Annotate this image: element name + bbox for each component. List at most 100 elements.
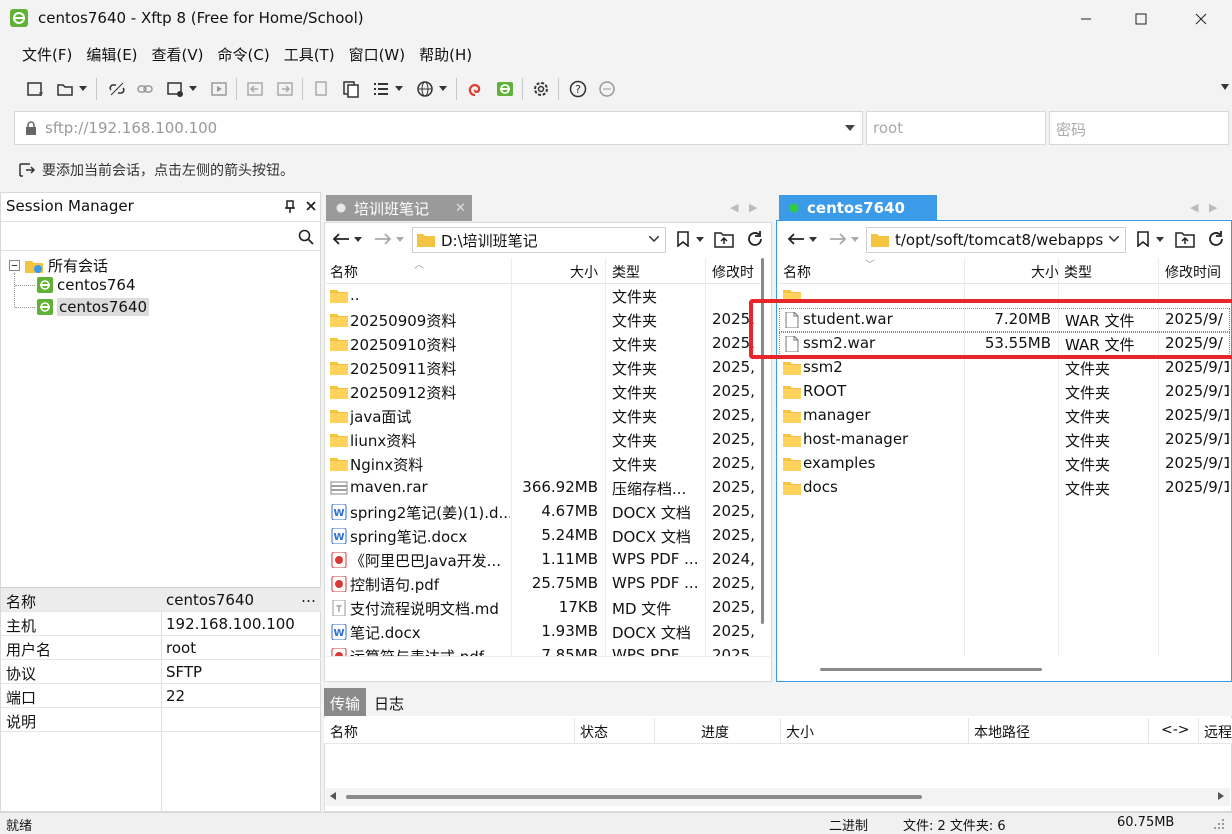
file-row[interactable]: 运算符与表达式.pdf 7.85MB WPS PDF ... 2025,	[326, 644, 762, 656]
remote-hscrollbar[interactable]	[780, 668, 1230, 672]
chevron-down-icon[interactable]	[696, 237, 704, 242]
close-icon[interactable]	[306, 201, 316, 211]
parent-folder-icon[interactable]	[714, 230, 734, 248]
file-row[interactable]: host-manager 文件夹 2025/9/1	[779, 428, 1230, 452]
column-type[interactable]: 类型	[1064, 262, 1092, 282]
chevron-down-icon[interactable]	[649, 236, 659, 242]
menu-help[interactable]: 帮助(H)	[419, 44, 472, 64]
minimize-button[interactable]	[1063, 0, 1109, 38]
back-icon[interactable]	[787, 232, 805, 246]
file-row[interactable]: docs 文件夹 2025/9/1	[779, 476, 1230, 500]
column-name[interactable]: 名称	[330, 722, 358, 742]
xftp-icon[interactable]	[492, 76, 518, 102]
property-row[interactable]: 名称 centos7640…	[1, 588, 321, 612]
column-size[interactable]: 大小	[570, 262, 598, 282]
session-settings-icon[interactable]	[162, 76, 188, 102]
username-field[interactable]: root	[866, 111, 1046, 145]
tab-log[interactable]: 日志	[374, 693, 404, 714]
menu-window[interactable]: 窗口(W)	[349, 44, 406, 64]
column-name[interactable]: 名称	[783, 262, 811, 282]
file-row[interactable]: 20250912资料 文件夹 2025,	[326, 380, 762, 404]
duplicate-icon[interactable]	[338, 76, 364, 102]
file-row[interactable]: examples 文件夹 2025/9/1	[779, 452, 1230, 476]
new-session-icon[interactable]	[22, 76, 48, 102]
property-row[interactable]: 用户名 root	[1, 636, 321, 660]
pin-icon[interactable]	[284, 200, 296, 214]
property-row[interactable]: 协议 SFTP	[1, 660, 321, 684]
column-size[interactable]: 大小	[786, 722, 814, 742]
file-row[interactable]: T 支付流程说明文档.md 17KB MD 文件 2025,	[326, 596, 762, 620]
column-direction[interactable]: <->	[1161, 722, 1190, 738]
session-item-centos7640[interactable]: centos7640	[37, 298, 150, 316]
gear-icon[interactable]	[528, 76, 554, 102]
session-search-input[interactable]	[1, 221, 320, 251]
refresh-icon[interactable]	[1207, 230, 1225, 248]
column-size[interactable]: 大小	[1031, 262, 1059, 282]
menu-command[interactable]: 命令(C)	[218, 44, 270, 64]
file-row[interactable]: 20250909资料 文件夹 2025,	[326, 308, 762, 332]
file-row[interactable]: 《阿里巴巴Java开发... 1.11MB WPS PDF ... 2024,	[326, 548, 762, 572]
remote-path-input[interactable]: t/opt/soft/tomcat8/webapps	[866, 227, 1126, 253]
add-session-icon[interactable]	[18, 161, 36, 179]
file-row[interactable]: maven.rar 366.92MB 压缩存档... 2025,	[326, 476, 762, 500]
session-item-centos764[interactable]: centos764	[37, 276, 136, 294]
file-row[interactable]: 控制语句.pdf 25.75MB WPS PDF ... 2025,	[326, 572, 762, 596]
password-field[interactable]: 密码	[1049, 111, 1229, 145]
file-row[interactable]: java面试 文件夹 2025,	[326, 404, 762, 428]
tab-transfer[interactable]: 传输	[324, 688, 366, 716]
copy-icon[interactable]	[308, 76, 334, 102]
file-row[interactable]: 20250911资料 文件夹 2025,	[326, 356, 762, 380]
column-remote-path[interactable]: 远程	[1204, 722, 1232, 742]
link-icon[interactable]	[132, 76, 158, 102]
chevron-down-icon[interactable]	[354, 237, 362, 242]
file-row[interactable]: Nginx资料 文件夹 2025,	[326, 452, 762, 476]
chevron-down-icon[interactable]	[809, 237, 817, 242]
xshell-icon[interactable]	[462, 76, 488, 102]
file-row[interactable]: .. 文件夹	[326, 284, 762, 308]
chevron-down-icon[interactable]	[845, 125, 855, 131]
maximize-button[interactable]	[1118, 0, 1164, 38]
list-view-icon[interactable]	[368, 76, 394, 102]
column-modified[interactable]: 修改时	[712, 262, 754, 282]
property-row[interactable]: 主机 192.168.100.100	[1, 612, 321, 636]
file-row[interactable]: Wspring笔记.docx 5.24MB DOCX 文档 2025,	[326, 524, 762, 548]
collapse-icon[interactable]	[9, 260, 20, 271]
chevron-down-icon[interactable]	[851, 237, 859, 242]
bookmark-icon[interactable]	[676, 231, 690, 247]
local-path-input[interactable]: D:\培训班笔记	[412, 227, 666, 253]
play-icon[interactable]	[206, 76, 232, 102]
file-row[interactable]: ssm2 文件夹 2025/9/1	[779, 356, 1230, 380]
resize-grip-icon[interactable]	[1214, 819, 1226, 831]
column-type[interactable]: 类型	[612, 262, 640, 282]
search-icon[interactable]	[298, 229, 314, 245]
back-icon[interactable]	[332, 232, 350, 246]
chevron-down-icon[interactable]	[1109, 236, 1119, 242]
file-row[interactable]: Wspring2笔记(姜)(1).d... 4.67MB DOCX 文档 2025,	[326, 500, 762, 524]
property-row[interactable]: 端口 22	[1, 684, 321, 708]
toolbar-overflow-icon[interactable]	[1220, 80, 1230, 96]
column-status[interactable]: 状态	[580, 722, 608, 742]
file-row[interactable]: ROOT 文件夹 2025/9/1	[779, 380, 1230, 404]
file-row[interactable]: manager 文件夹 2025/9/1	[779, 404, 1230, 428]
close-button[interactable]	[1178, 0, 1224, 38]
bookmark-icon[interactable]	[1136, 231, 1150, 247]
chevron-down-icon[interactable]	[1156, 237, 1164, 242]
column-local-path[interactable]: 本地路径	[974, 722, 1030, 742]
chevron-down-icon[interactable]	[436, 76, 450, 102]
forward-icon[interactable]	[829, 232, 847, 246]
file-row[interactable]: W 笔记.docx 1.93MB DOCX 文档 2025,	[326, 620, 762, 644]
chevron-down-icon[interactable]	[396, 237, 404, 242]
tab-remote[interactable]: centos7640	[779, 195, 937, 221]
property-row[interactable]: 说明	[1, 708, 321, 732]
menu-file[interactable]: 文件(F)	[22, 44, 72, 64]
parent-folder-icon[interactable]	[1175, 230, 1195, 248]
chevron-down-icon[interactable]	[392, 76, 406, 102]
tab-scroll-icon[interactable]: ◀ ▶	[730, 201, 757, 214]
refresh-icon[interactable]	[746, 230, 764, 248]
file-row[interactable]: 20250910资料 文件夹 2025,	[326, 332, 762, 356]
open-folder-icon[interactable]	[52, 76, 78, 102]
menu-tools[interactable]: 工具(T)	[284, 44, 335, 64]
address-bar[interactable]: sftp://192.168.100.100	[14, 111, 863, 145]
menu-view[interactable]: 查看(V)	[152, 44, 204, 64]
chevron-down-icon[interactable]	[76, 76, 90, 102]
